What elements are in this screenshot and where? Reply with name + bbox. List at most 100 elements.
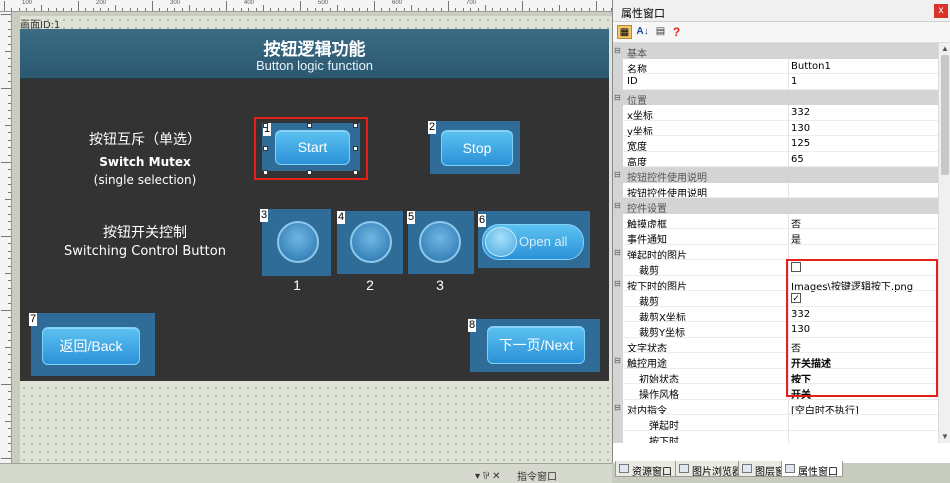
tab-property-window[interactable]: 属性窗口 <box>781 461 843 478</box>
categorized-icon[interactable]: ▦ <box>617 25 632 39</box>
ruler-tick <box>8 117 11 119</box>
property-row[interactable]: 触摸虚框否 <box>613 213 938 231</box>
resize-handle[interactable] <box>353 123 358 128</box>
help-icon[interactable]: ? <box>669 25 684 39</box>
next-button[interactable]: 下一页/Next <box>487 326 585 364</box>
close-button[interactable]: x <box>934 4 948 18</box>
command-window-tab[interactable]: 指令窗口 <box>517 468 557 483</box>
row-gutter <box>613 229 623 245</box>
collapse-icon[interactable]: ⊟ <box>614 248 621 257</box>
ruler-tick <box>8 147 11 149</box>
resize-handle[interactable] <box>307 170 312 175</box>
scroll-thumb[interactable] <box>941 55 949 175</box>
ruler-tick <box>41 5 42 11</box>
resize-handle[interactable] <box>353 146 358 151</box>
property-value[interactable]: 65 <box>791 154 804 165</box>
ruler-tick <box>55 8 57 11</box>
column-divider <box>788 105 789 121</box>
property-category[interactable]: ⊟ 控件设置 <box>613 198 938 215</box>
property-pages-icon[interactable]: ▤ <box>653 25 668 39</box>
ruler-tick <box>581 8 583 11</box>
button-number-tag: 4 <box>337 211 346 224</box>
ruler-tick <box>344 8 346 11</box>
property-row[interactable]: 按下时 <box>613 430 938 443</box>
property-row[interactable]: 宽度 125 <box>613 136 938 153</box>
resize-handle[interactable] <box>307 123 312 128</box>
row-gutter <box>613 430 623 443</box>
property-value[interactable]: 332 <box>791 107 810 118</box>
collapse-icon[interactable]: ⊟ <box>614 201 621 210</box>
collapse-icon[interactable]: ⊟ <box>614 93 621 102</box>
property-row[interactable]: 高度 65 <box>613 151 938 169</box>
property-value[interactable]: 125 <box>791 138 810 149</box>
sort-alphabetical-icon[interactable]: A↓ <box>635 25 650 39</box>
property-row[interactable]: x坐标 332 <box>613 105 938 122</box>
ruler-tick <box>1 310 11 311</box>
tab-resource-window[interactable]: 资源窗口 <box>615 461 677 478</box>
ruler-tick <box>8 95 11 97</box>
scroll-up-icon[interactable]: ▲ <box>941 44 949 53</box>
ruler-tick <box>351 8 353 11</box>
ruler-tick <box>307 8 309 11</box>
property-row[interactable]: ⊟ 对内指令 [空白时不执行] <box>613 399 938 417</box>
dock-controls[interactable]: ▾ ⅌ ✕ <box>475 468 501 482</box>
open-all-label: Open all <box>519 234 568 249</box>
tab-image-browser[interactable]: 图片浏览器 <box>675 461 747 478</box>
switch-1-button[interactable] <box>277 221 319 263</box>
button-number-tag: 3 <box>260 209 269 222</box>
stop-button[interactable]: Stop <box>441 130 513 166</box>
scrollbar[interactable]: ▲ ▼ <box>938 43 950 443</box>
resize-handle[interactable] <box>263 146 268 151</box>
ruler-tick-label: 400 <box>244 0 255 6</box>
ruler-tick <box>48 8 50 11</box>
property-value[interactable]: 130 <box>791 123 810 134</box>
resize-handle[interactable] <box>263 170 268 175</box>
switch-3-button[interactable] <box>419 221 461 263</box>
ruler-tick <box>8 176 11 178</box>
ruler-tick-label: 300 <box>170 0 181 6</box>
ruler-tick <box>492 8 494 11</box>
property-row[interactable]: ID 1 <box>613 74 938 90</box>
row-gutter <box>613 151 623 167</box>
open-all-toggle[interactable]: Open all <box>482 224 584 260</box>
collapse-icon[interactable]: ⊟ <box>614 403 621 412</box>
ruler-tick <box>1 88 11 89</box>
ruler-tick <box>433 8 435 11</box>
property-row[interactable]: 事件通知是 <box>613 229 938 246</box>
hmi-screen[interactable]: 按钮逻辑功能 Button logic function 按钮互斥（单选） Sw… <box>20 29 609 381</box>
screen-header: 按钮逻辑功能 Button logic function <box>20 29 609 79</box>
ruler-tick <box>292 8 294 11</box>
property-row[interactable]: y坐标 130 <box>613 120 938 138</box>
ruler-tick <box>63 8 65 11</box>
resize-handle[interactable] <box>353 170 358 175</box>
ruler-tick <box>107 8 109 11</box>
property-value[interactable]: 1 <box>791 76 797 87</box>
ruler-tick <box>8 280 11 282</box>
ruler-tick <box>566 8 568 11</box>
back-button[interactable]: 返回/Back <box>42 327 140 365</box>
property-row[interactable]: 按钮控件使用说明 <box>613 182 938 200</box>
collapse-icon[interactable]: ⊟ <box>614 279 621 288</box>
layer-icon <box>742 464 752 473</box>
property-category[interactable]: ⊟ 位置 <box>613 89 938 107</box>
switch-2-button[interactable] <box>350 221 392 263</box>
column-divider <box>788 58 789 74</box>
resize-handle[interactable] <box>263 123 268 128</box>
collapse-icon[interactable]: ⊟ <box>614 170 621 179</box>
ruler-tick <box>196 8 198 11</box>
property-category[interactable]: ⊟ 按钮控件使用说明 <box>613 167 938 184</box>
ruler-tick <box>26 8 28 11</box>
property-category[interactable]: ⊟ 基本 <box>613 43 938 60</box>
ruler-tick <box>8 413 11 415</box>
property-row[interactable]: 弹起时 <box>613 415 938 432</box>
collapse-icon[interactable]: ⊟ <box>614 356 621 365</box>
property-value[interactable]: Button1 <box>791 61 831 72</box>
ruler-tick <box>536 8 538 11</box>
ruler-tick <box>92 8 94 11</box>
property-row[interactable]: 名称 Button1 <box>613 58 938 76</box>
ruler-tick <box>8 391 11 393</box>
scroll-down-icon[interactable]: ▼ <box>941 432 949 441</box>
property-row[interactable]: ⊟ 弹起时的图片 <box>613 244 938 262</box>
column-divider <box>788 430 789 443</box>
collapse-icon[interactable]: ⊟ <box>614 46 621 55</box>
